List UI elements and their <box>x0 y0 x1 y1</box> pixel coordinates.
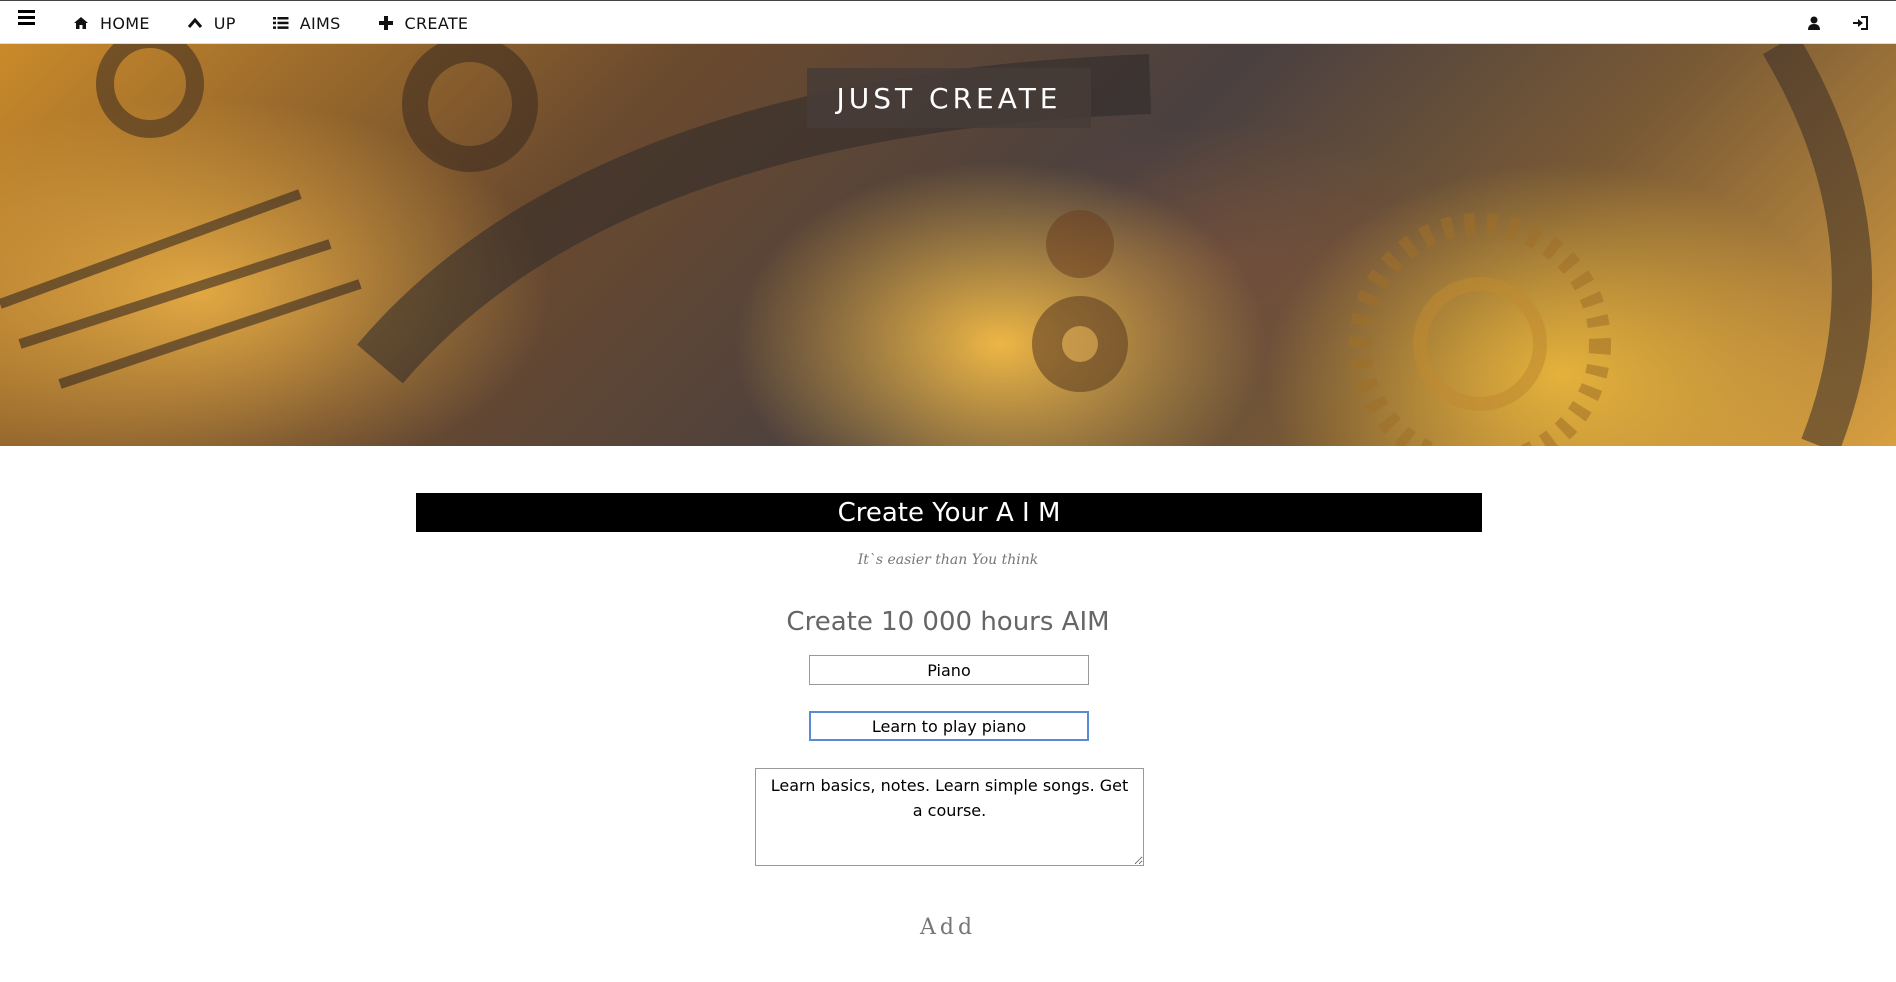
add-button[interactable]: Add <box>0 914 1896 941</box>
hero-banner-image: JUST CREATE <box>0 44 1896 446</box>
nav-item-label: CREATE <box>404 13 469 33</box>
aim-title-input[interactable] <box>809 711 1089 741</box>
nav-item-label: AIMS <box>299 13 341 33</box>
form-heading-banner: Create Your A I M <box>416 493 1482 532</box>
chevron-up-icon <box>186 14 204 32</box>
nav-item-aims[interactable]: AIMS <box>272 14 341 33</box>
nav-item-label: HOME <box>100 13 150 33</box>
aim-name-input[interactable] <box>809 655 1089 685</box>
user-icon[interactable] <box>1804 13 1824 33</box>
aim-description-textarea[interactable]: Learn basics, notes. Learn simple songs.… <box>755 768 1144 866</box>
section-title: Create 10 000 hours AIM <box>786 607 1110 637</box>
nav-item-home[interactable]: HOME <box>72 14 150 33</box>
hamburger-menu-icon[interactable] <box>18 10 35 26</box>
plus-icon <box>377 14 395 32</box>
top-nav-bar: HOME UP AIMS CREATE <box>0 0 1896 44</box>
nav-item-label: UP <box>213 13 236 33</box>
nav-menu: HOME UP AIMS CREATE <box>72 1 504 45</box>
list-icon <box>272 14 290 32</box>
nav-item-up[interactable]: UP <box>186 14 236 33</box>
add-button-label: Add <box>919 915 977 940</box>
nav-right-icons <box>1804 1 1896 45</box>
form-subtitle: It`s easier than You think <box>857 552 1039 568</box>
hero-title: JUST CREATE <box>807 68 1091 128</box>
nav-item-create[interactable]: CREATE <box>377 14 469 33</box>
home-icon <box>72 14 90 32</box>
sign-in-icon[interactable] <box>1850 13 1870 33</box>
